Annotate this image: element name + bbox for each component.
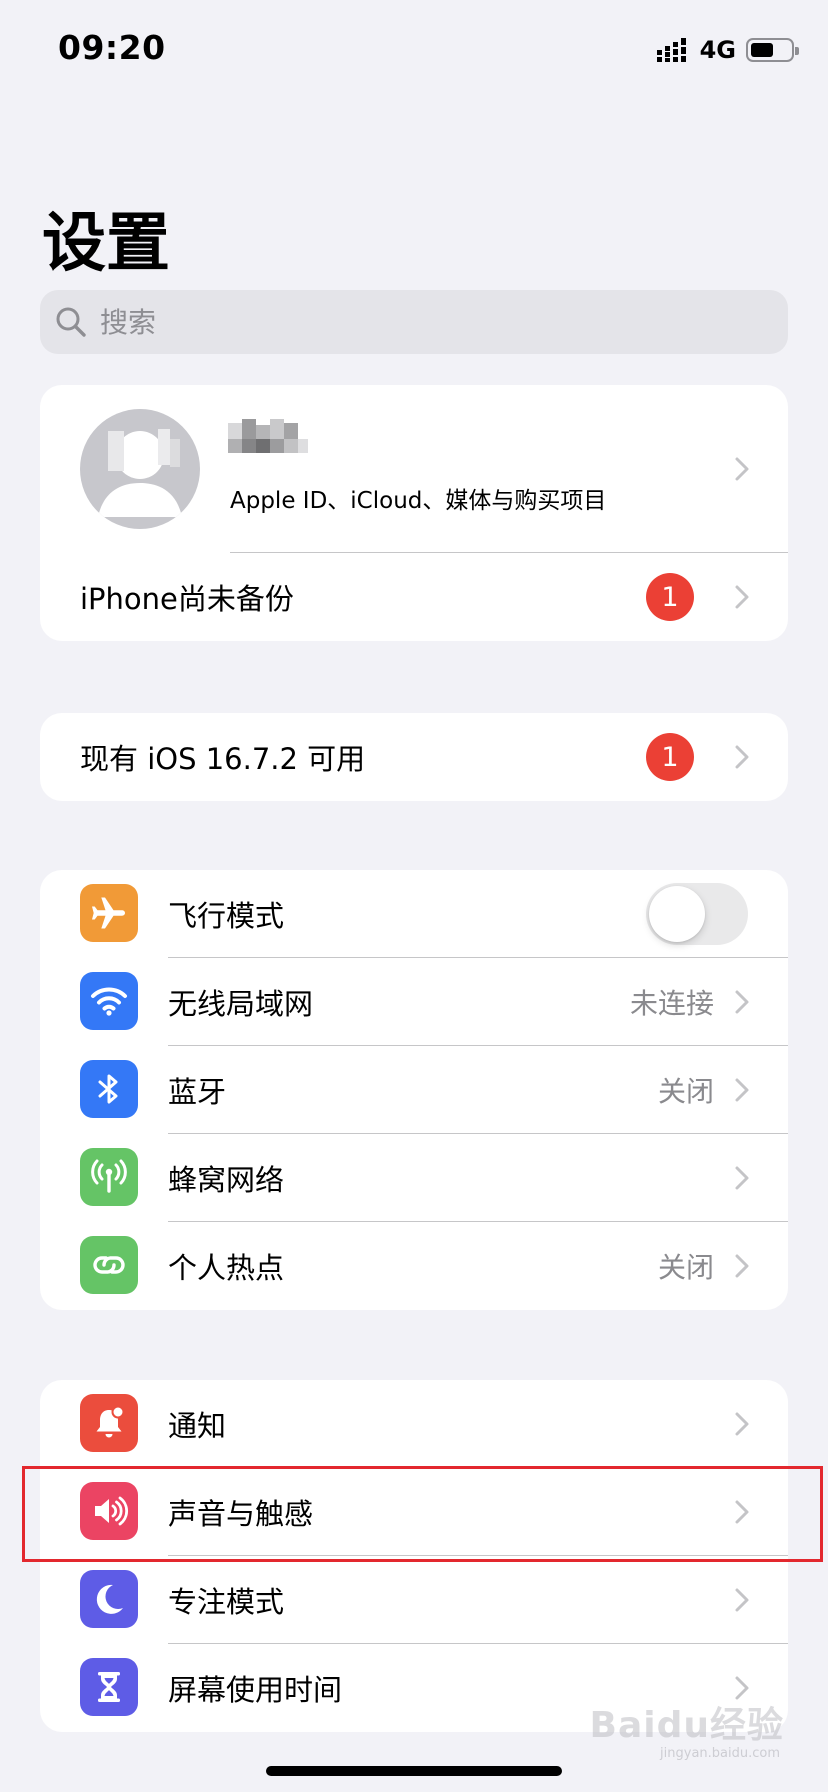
wifi-row[interactable]: 无线局域网 未连接 bbox=[40, 958, 788, 1046]
network-type: 4G bbox=[699, 36, 736, 64]
baidu-watermark: Baidu经验 bbox=[589, 1705, 784, 1746]
hotspot-icon-tile bbox=[80, 1236, 138, 1294]
battery-icon bbox=[746, 38, 799, 62]
wifi-icon-tile bbox=[80, 972, 138, 1030]
hotspot-label: 个人热点 bbox=[168, 1251, 285, 1285]
hotspot-icon bbox=[93, 1256, 125, 1274]
cellular-icon-tile bbox=[80, 1148, 138, 1206]
airplane-mode-label: 飞行模式 bbox=[168, 899, 285, 933]
airplane-icon-tile bbox=[80, 884, 138, 942]
hotspot-status: 关闭 bbox=[657, 1251, 714, 1284]
cellular-icon bbox=[91, 1159, 127, 1193]
cellular-row[interactable]: 蜂窝网络 bbox=[40, 1134, 788, 1222]
backup-badge: 1 bbox=[646, 573, 694, 621]
chevron-right-icon bbox=[735, 1078, 749, 1102]
software-update-badge: 1 bbox=[646, 733, 694, 781]
cellular-label: 蜂窝网络 bbox=[168, 1163, 285, 1197]
chevron-right-icon bbox=[735, 745, 749, 769]
airplane-mode-row: 飞行模式 bbox=[40, 870, 788, 958]
screen-time-label: 屏幕使用时间 bbox=[168, 1673, 343, 1707]
status-indicators: 4G bbox=[656, 34, 799, 66]
chevron-right-icon bbox=[735, 1412, 749, 1436]
page-title: 设置 bbox=[42, 207, 170, 281]
airplane-mode-toggle[interactable] bbox=[646, 883, 748, 945]
chevron-right-icon bbox=[735, 1166, 749, 1190]
avatar bbox=[80, 409, 200, 529]
profile-name-redacted bbox=[228, 419, 312, 467]
notification-icon-tile bbox=[80, 1394, 138, 1452]
baidu-watermark-url: jingyan.baidu.com bbox=[660, 1746, 780, 1761]
hourglass-icon-tile bbox=[80, 1658, 138, 1716]
airplane-icon bbox=[92, 897, 125, 929]
notifications-row[interactable]: 通知 bbox=[40, 1380, 788, 1468]
connectivity-group: 飞行模式 无线局域网 未连接 蓝牙 关闭 蜂窝网络 个人热点 关闭 bbox=[40, 870, 788, 1310]
notification-bell-icon bbox=[96, 1405, 125, 1438]
software-update-label: 现有 iOS 16.7.2 可用 bbox=[80, 742, 366, 776]
chevron-right-icon bbox=[735, 1254, 749, 1278]
moon-icon bbox=[96, 1584, 123, 1614]
hotspot-row[interactable]: 个人热点 关闭 bbox=[40, 1222, 788, 1310]
chevron-right-icon bbox=[735, 1500, 749, 1524]
bluetooth-icon-tile bbox=[80, 1060, 138, 1118]
apple-id-row[interactable]: Apple ID、iCloud、媒体与购买项目 bbox=[40, 385, 788, 553]
bluetooth-label: 蓝牙 bbox=[168, 1075, 227, 1109]
chevron-right-icon bbox=[735, 585, 749, 609]
apple-id-subtitle: Apple ID、iCloud、媒体与购买项目 bbox=[230, 488, 607, 514]
cellular-signal-icon bbox=[656, 38, 686, 62]
bluetooth-row[interactable]: 蓝牙 关闭 bbox=[40, 1046, 788, 1134]
wifi-status: 未连接 bbox=[629, 987, 714, 1020]
home-indicator[interactable] bbox=[266, 1766, 562, 1776]
search-bar[interactable] bbox=[40, 290, 788, 354]
backup-label: iPhone尚未备份 bbox=[80, 582, 294, 616]
hourglass-icon bbox=[98, 1672, 120, 1702]
sounds-haptics-label: 声音与触感 bbox=[168, 1497, 314, 1531]
speaker-icon bbox=[95, 1496, 129, 1526]
search-input[interactable] bbox=[100, 305, 760, 339]
backup-row[interactable]: iPhone尚未备份 1 bbox=[40, 553, 788, 641]
moon-icon-tile bbox=[80, 1570, 138, 1628]
software-update-row[interactable]: 现有 iOS 16.7.2 可用 1 bbox=[40, 713, 788, 801]
status-time: 09:20 bbox=[58, 28, 166, 67]
notifications-group: 通知 声音与触感 专注模式 屏幕使用时间 bbox=[40, 1380, 788, 1732]
chevron-right-icon bbox=[735, 457, 749, 481]
software-update-group: 现有 iOS 16.7.2 可用 1 bbox=[40, 713, 788, 801]
wifi-icon bbox=[91, 987, 127, 1016]
status-bar: 09:20 4G bbox=[0, 0, 828, 100]
focus-label: 专注模式 bbox=[168, 1585, 285, 1619]
chevron-right-icon bbox=[735, 1588, 749, 1612]
sounds-haptics-row[interactable]: 声音与触感 bbox=[40, 1468, 788, 1556]
bluetooth-icon bbox=[98, 1074, 118, 1104]
chevron-right-icon bbox=[735, 990, 749, 1014]
bluetooth-status: 关闭 bbox=[657, 1075, 714, 1108]
speaker-icon-tile bbox=[80, 1482, 138, 1540]
profile-group: Apple ID、iCloud、媒体与购买项目 iPhone尚未备份 1 bbox=[40, 385, 788, 641]
search-icon bbox=[56, 307, 86, 337]
focus-row[interactable]: 专注模式 bbox=[40, 1556, 788, 1644]
notifications-label: 通知 bbox=[168, 1409, 227, 1443]
wifi-label: 无线局域网 bbox=[168, 987, 314, 1021]
